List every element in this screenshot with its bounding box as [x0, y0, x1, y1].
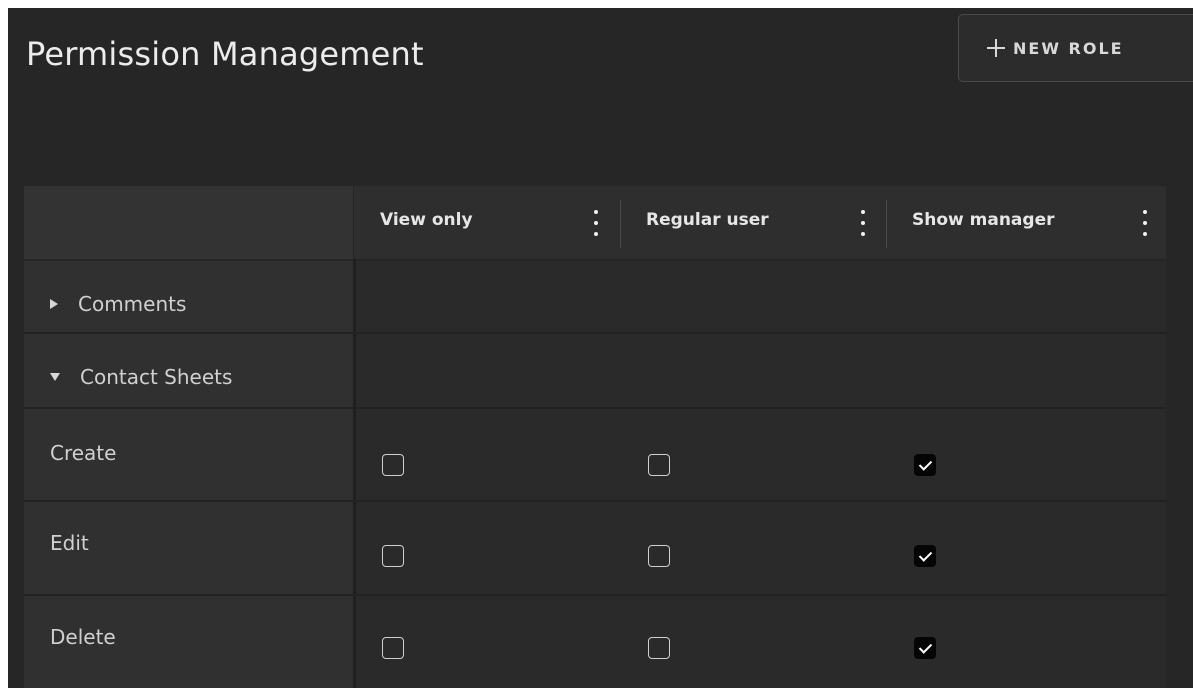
group-label: Contact Sheets — [80, 365, 233, 389]
kebab-menu-icon[interactable] — [591, 208, 601, 238]
permissions-table: View only Regular user Show manager Comm… — [24, 186, 1166, 688]
table-header-row: View only Regular user Show manager — [354, 186, 1166, 259]
checkbox-edit-regular-user[interactable] — [648, 545, 670, 567]
permission-label-delete: Delete — [50, 625, 116, 649]
caret-down-icon — [50, 373, 60, 381]
group-row-comments[interactable]: Comments — [50, 292, 186, 316]
permission-label-create: Create — [50, 441, 117, 465]
checkbox-create-show-manager[interactable] — [914, 454, 936, 476]
row-divider — [24, 594, 1166, 596]
permission-management-page: Permission Management NEW ROLE View only… — [8, 8, 1193, 688]
new-role-label: NEW ROLE — [1013, 38, 1124, 58]
row-label-column — [24, 261, 353, 688]
row-divider — [24, 500, 1166, 502]
group-row-contact-sheets[interactable]: Contact Sheets — [50, 365, 232, 389]
column-label: View only — [380, 210, 473, 230]
page-title: Permission Management — [26, 35, 424, 73]
checkbox-create-view-only[interactable] — [382, 454, 404, 476]
table-corner-cell — [24, 186, 353, 259]
new-role-button[interactable]: NEW ROLE — [958, 14, 1193, 82]
group-label: Comments — [78, 292, 187, 316]
column-label: Regular user — [646, 210, 769, 230]
row-divider — [24, 332, 1166, 334]
checkbox-delete-view-only[interactable] — [382, 637, 404, 659]
row-divider — [24, 407, 1166, 409]
permission-label-edit: Edit — [50, 531, 89, 555]
column-header-regular-user: Regular user — [622, 186, 888, 259]
column-label: Show manager — [912, 210, 1055, 230]
column-header-show-manager: Show manager — [888, 186, 1166, 259]
kebab-menu-icon[interactable] — [1140, 208, 1150, 238]
column-separator — [353, 259, 356, 688]
permission-cells-area — [354, 261, 1166, 688]
checkbox-create-regular-user[interactable] — [648, 454, 670, 476]
kebab-menu-icon[interactable] — [858, 208, 868, 238]
column-divider — [886, 200, 887, 248]
caret-right-icon — [50, 299, 58, 309]
checkbox-delete-show-manager[interactable] — [914, 637, 936, 659]
checkbox-edit-view-only[interactable] — [382, 545, 404, 567]
column-header-view-only: View only — [354, 186, 622, 259]
checkbox-edit-show-manager[interactable] — [914, 545, 936, 567]
plus-icon — [987, 39, 1005, 57]
checkbox-delete-regular-user[interactable] — [648, 637, 670, 659]
column-divider — [620, 200, 621, 248]
